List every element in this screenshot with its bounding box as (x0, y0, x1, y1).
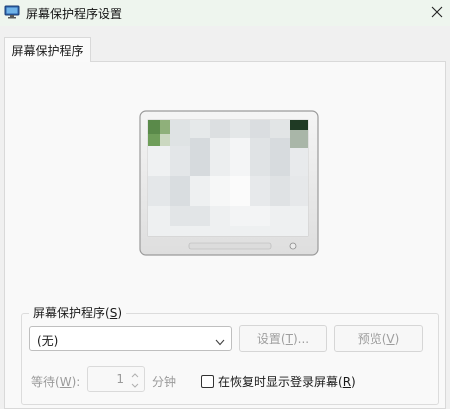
resume-login-label[interactable]: 在恢复时显示登录屏幕(R) (218, 373, 356, 390)
stepper-buttons (128, 369, 142, 389)
wait-label: 等待(W): (31, 375, 81, 389)
screensaver-icon (4, 5, 20, 19)
settings-button[interactable]: 设置(T)... (239, 325, 327, 352)
chevron-down-icon (215, 335, 225, 346)
chevron-down-icon (131, 377, 139, 391)
window-title: 屏幕保护程序设置 (26, 7, 123, 21)
tab-panel: 屏幕保护程序(S) (无) 设置(T)... 预览(V) 等待(W): 1 (4, 61, 446, 409)
screensaver-select[interactable]: (无) (29, 326, 232, 351)
preview-button[interactable]: 预览(V) (334, 325, 423, 352)
stepper-down-button[interactable] (128, 379, 142, 389)
wait-minutes-value: 1 (116, 372, 124, 386)
tab-strip: 屏幕保护程序 (0, 26, 450, 62)
minutes-label: 分钟 (152, 375, 177, 389)
wait-minutes-stepper[interactable]: 1 (87, 366, 145, 392)
screen-saver-settings-dialog: 屏幕保护程序设置 屏幕保护程序 屏幕保护程序(S) (无) 设置(T)...… (0, 0, 450, 409)
screensaver-select-value: (无) (37, 334, 59, 348)
close-icon (431, 6, 443, 21)
title-bar[interactable]: 屏幕保护程序设置 (0, 0, 450, 26)
tab-screen-saver[interactable]: 屏幕保护程序 (4, 37, 91, 62)
monitor-preview-icon (139, 110, 319, 256)
monitor-preview (139, 110, 319, 256)
tab-label: 屏幕保护程序 (11, 43, 84, 58)
resume-login-checkbox[interactable] (201, 375, 214, 388)
close-button[interactable] (424, 0, 450, 26)
screensaver-group-legend: 屏幕保护程序(S) (29, 304, 126, 321)
